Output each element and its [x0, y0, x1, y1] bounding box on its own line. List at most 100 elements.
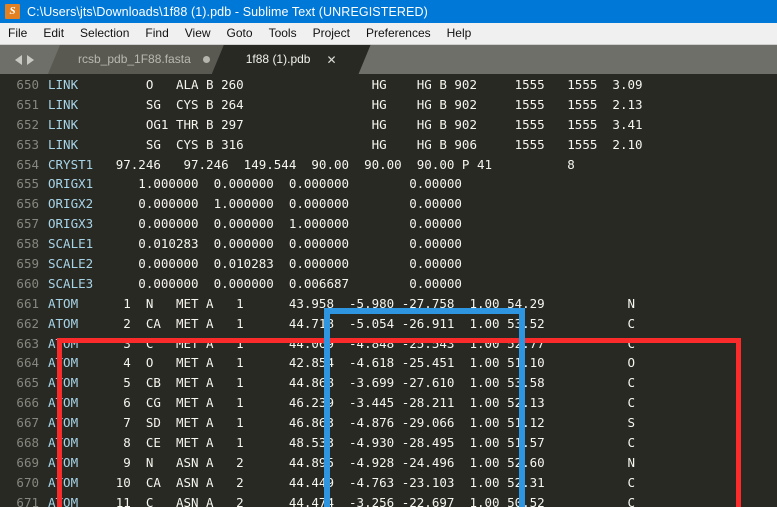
- record-keyword: ATOM: [48, 474, 79, 490]
- line-number: 660: [16, 275, 39, 291]
- code-line: 655 ORIGX1 1.000000 0.000000 0.000000 0.0…: [0, 174, 777, 194]
- code-line-text: ATOM 11 C ASN A 2 44.474 -3.256 -22.697 …: [48, 493, 777, 507]
- code-line: 666 ATOM 6 CG MET A 1 46.239 -3.445 -28.2…: [0, 393, 777, 413]
- line-number: 659: [16, 256, 39, 272]
- line-number: 653: [16, 136, 39, 152]
- code-line-text: ATOM 6 CG MET A 1 46.239 -3.445 -28.211 …: [48, 395, 636, 411]
- code-line: 662 ATOM 2 CA MET A 1 44.718 -5.054 -26.9…: [0, 314, 777, 334]
- chevron-left-icon[interactable]: [14, 54, 22, 65]
- menu-item-edit[interactable]: Edit: [35, 23, 72, 44]
- menu-bar: File Edit Selection Find View Goto Tools…: [0, 23, 777, 45]
- code-line: 667 ATOM 7 SD MET A 1 46.863 -4.876 -29.0…: [0, 413, 777, 433]
- record-keyword: SCALE3: [48, 275, 94, 291]
- line-number: 651: [16, 96, 39, 112]
- menu-item-file[interactable]: File: [0, 23, 35, 44]
- record-keyword: ATOM: [48, 415, 79, 431]
- tab-nav-arrows[interactable]: [0, 45, 48, 74]
- line-number: 669: [16, 454, 39, 470]
- code-line: 651 LINK SG CYS B 264 HG HG B 902 1555 15…: [0, 95, 777, 115]
- code-line-list: 650 LINK O ALA B 260 HG HG B 902 1555 155…: [0, 74, 777, 507]
- menu-item-tools[interactable]: Tools: [261, 23, 305, 44]
- menu-item-goto[interactable]: Goto: [219, 23, 261, 44]
- code-line-text: ATOM 5 CB MET A 1 44.868 -3.699 -27.610 …: [48, 375, 636, 391]
- tab-label: 1f88 (1).pdb: [245, 52, 311, 66]
- record-keyword: SCALE2: [48, 256, 94, 272]
- record-keyword: ATOM: [48, 375, 79, 391]
- menu-item-selection[interactable]: Selection: [72, 23, 137, 44]
- code-line-text: SCALE2 0.000000 0.010283 0.000000 0.0000…: [48, 256, 462, 272]
- code-line-text: LINK OG1 THR B 297 HG HG B 902 1555 1555…: [48, 116, 643, 132]
- code-line-text: SCALE3 0.000000 0.000000 0.006687 0.0000…: [48, 275, 462, 291]
- code-line-text: ATOM 8 CE MET A 1 48.533 -4.930 -28.495 …: [48, 435, 636, 451]
- record-keyword: ORIGX2: [48, 196, 94, 212]
- menu-item-preferences[interactable]: Preferences: [358, 23, 439, 44]
- code-line: 650 LINK O ALA B 260 HG HG B 902 1555 155…: [0, 75, 777, 95]
- line-number: 662: [16, 315, 39, 331]
- record-keyword: SCALE1: [48, 236, 94, 252]
- sublime-text-icon: S: [5, 4, 20, 19]
- record-keyword: LINK: [48, 116, 79, 132]
- code-line-text: ORIGX2 0.000000 1.000000 0.000000 0.0000…: [48, 196, 462, 212]
- code-line: 658 SCALE1 0.010283 0.000000 0.000000 0.0…: [0, 234, 777, 254]
- line-number: 655: [16, 176, 39, 192]
- code-line-text: ATOM 3 C MET A 1 44.069 -4.848 -25.543 1…: [48, 335, 636, 351]
- code-line-text: SCALE1 0.010283 0.000000 0.000000 0.0000…: [48, 236, 462, 252]
- line-number: 654: [16, 156, 39, 172]
- code-line-text: LINK O ALA B 260 HG HG B 902 1555 1555 3…: [48, 77, 643, 92]
- record-keyword: ATOM: [48, 395, 79, 411]
- code-line: 670 ATOM 10 CA ASN A 2 44.449 -4.763 -23.…: [0, 473, 777, 493]
- line-number: 658: [16, 236, 39, 252]
- title-bar: S C:\Users\jts\Downloads\1f88 (1).pdb - …: [0, 0, 777, 23]
- code-line: 653 LINK SG CYS B 316 HG HG B 906 1555 15…: [0, 135, 777, 155]
- record-keyword: CRYST1: [48, 156, 94, 172]
- code-line-text: ATOM 7 SD MET A 1 46.863 -4.876 -29.066 …: [48, 415, 636, 431]
- code-line: 671 ATOM 11 C ASN A 2 44.474 -3.256 -22.6…: [0, 493, 777, 507]
- line-number: 650: [16, 77, 39, 92]
- menu-item-find[interactable]: Find: [137, 23, 176, 44]
- code-line: 656 ORIGX2 0.000000 1.000000 0.000000 0.0…: [0, 194, 777, 214]
- tab-label: rcsb_pdb_1F88.fasta: [78, 52, 191, 66]
- chevron-right-icon[interactable]: [26, 54, 34, 65]
- code-line-text: ORIGX3 0.000000 0.000000 1.000000 0.0000…: [48, 216, 462, 232]
- code-line: 663 ATOM 3 C MET A 1 44.069 -4.848 -25.54…: [0, 334, 777, 354]
- record-keyword: ATOM: [48, 494, 79, 507]
- window-title: C:\Users\jts\Downloads\1f88 (1).pdb - Su…: [27, 4, 428, 19]
- record-keyword: ORIGX1: [48, 176, 94, 192]
- code-line: 669 ATOM 9 N ASN A 2 44.895 -4.928 -24.49…: [0, 453, 777, 473]
- record-keyword: ATOM: [48, 295, 79, 311]
- record-keyword: LINK: [48, 96, 79, 112]
- tab-strip: rcsb_pdb_1F88.fasta 1f88 (1).pdb ✕: [0, 45, 777, 74]
- menu-item-view[interactable]: View: [177, 23, 219, 44]
- line-number: 666: [16, 395, 39, 411]
- tab-1f88-pdb[interactable]: 1f88 (1).pdb ✕: [212, 45, 371, 74]
- record-keyword: LINK: [48, 77, 79, 92]
- record-keyword: ORIGX3: [48, 216, 94, 232]
- line-number: 661: [16, 295, 39, 311]
- code-line: 668 ATOM 8 CE MET A 1 48.533 -4.930 -28.4…: [0, 433, 777, 453]
- line-number: 663: [16, 335, 39, 351]
- code-line-text: LINK SG CYS B 316 HG HG B 906 1555 1555 …: [48, 136, 643, 152]
- code-line-text: ORIGX1 1.000000 0.000000 0.000000 0.0000…: [48, 176, 462, 192]
- close-icon[interactable]: ✕: [326, 54, 336, 66]
- code-line: 657 ORIGX3 0.000000 0.000000 1.000000 0.0…: [0, 214, 777, 234]
- tab-rcsb-pdb-1f88-fasta[interactable]: rcsb_pdb_1F88.fasta: [48, 45, 224, 74]
- code-line: 661 ATOM 1 N MET A 1 43.958 -5.980 -27.75…: [0, 294, 777, 314]
- menu-item-project[interactable]: Project: [305, 23, 358, 44]
- code-line: 652 LINK OG1 THR B 297 HG HG B 902 1555 1…: [0, 115, 777, 135]
- record-keyword: ATOM: [48, 454, 79, 470]
- record-keyword: LINK: [48, 136, 79, 152]
- code-line: 659 SCALE2 0.000000 0.010283 0.000000 0.0…: [0, 254, 777, 274]
- code-line-text: ATOM 2 CA MET A 1 44.718 -5.054 -26.911 …: [48, 315, 636, 331]
- menu-item-help[interactable]: Help: [439, 23, 480, 44]
- code-line-text: CRYST1 97.246 97.246 149.544 90.00 90.00…: [48, 156, 575, 172]
- code-line: 660 SCALE3 0.000000 0.000000 0.006687 0.0…: [0, 274, 777, 294]
- code-line: 654 CRYST1 97.246 97.246 149.544 90.00 90…: [0, 155, 777, 175]
- line-number: 665: [16, 375, 39, 391]
- record-keyword: ATOM: [48, 335, 79, 351]
- line-number: 656: [16, 196, 39, 212]
- code-line-text: ATOM 4 O MET A 1 42.854 -4.618 -25.451 1…: [48, 355, 636, 371]
- line-number: 667: [16, 415, 39, 431]
- code-editor[interactable]: 650 LINK O ALA B 260 HG HG B 902 1555 155…: [0, 74, 777, 507]
- line-number: 664: [16, 355, 39, 371]
- line-number: 657: [16, 216, 39, 232]
